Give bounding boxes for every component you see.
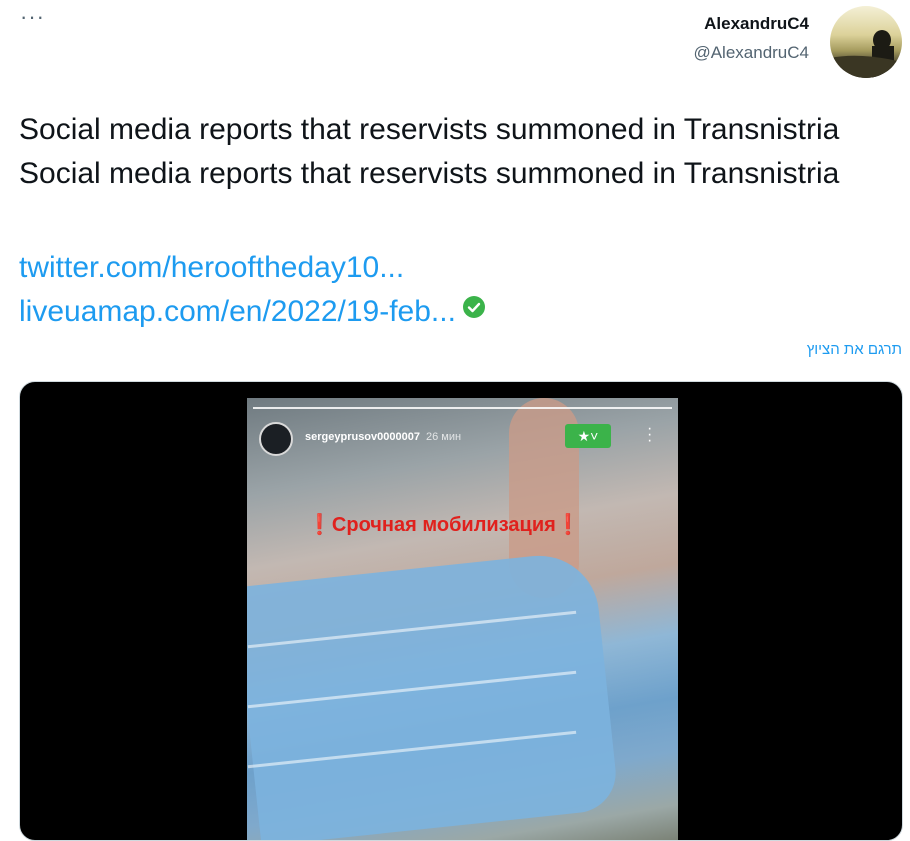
star-button[interactable]: ★˅: [565, 424, 611, 448]
avatar-image: [830, 30, 902, 78]
video-frame[interactable]: sergeyprusov0000007 26 мин ★˅ · · · ❗Срочна…: [247, 398, 678, 840]
author-handle[interactable]: @AlexandruC4: [693, 43, 809, 63]
avatar[interactable]: [830, 6, 902, 78]
media-card[interactable]: sergeyprusov0000007 26 мин ★˅ · · · ❗Срочна…: [19, 381, 903, 841]
story-user: sergeyprusov0000007 26 мин: [305, 431, 461, 443]
story-time: 26 мин: [425, 431, 462, 443]
mask-shape: [247, 549, 620, 840]
link-twitter[interactable]: twitter.com/herooftheday10...: [19, 246, 486, 290]
vertical-dots-icon[interactable]: · · ·: [647, 421, 652, 449]
story-username: sergeyprusov0000007: [305, 431, 420, 443]
translate-tweet-link[interactable]: תרגם את הציוץ: [807, 341, 902, 358]
tweet-text: Social media reports that reservists sum…: [19, 113, 840, 190]
overlay-caption: ❗Срочная мобилизация❗: [307, 514, 581, 536]
link-liveuamap[interactable]: liveuamap.com/en/2022/19-feb...: [19, 295, 456, 328]
author-info: AlexandruC4 @AlexandruC4: [693, 14, 809, 63]
story-progress-bar: [253, 407, 672, 409]
tweet-links: twitter.com/herooftheday10... liveuamap.…: [19, 246, 486, 335]
story-avatar: [259, 422, 293, 456]
more-options-button[interactable]: ···: [20, 6, 45, 28]
author-name[interactable]: AlexandruC4: [693, 14, 809, 34]
check-circle-icon: [462, 288, 486, 332]
